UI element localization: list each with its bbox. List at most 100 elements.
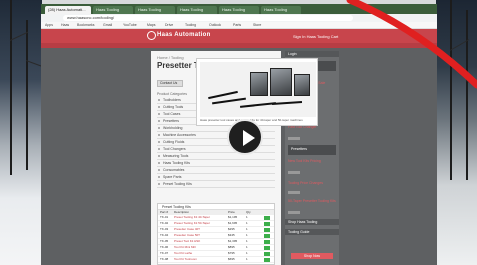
bookmark-item[interactable]: Haas xyxy=(61,23,69,28)
background-photo-left xyxy=(0,0,42,265)
table-cell: TK-07 xyxy=(160,251,169,255)
browser-tab[interactable]: Haas Tooling xyxy=(135,6,175,14)
product-link[interactable]: Tool Kit Mini Mill xyxy=(174,245,228,250)
product-table: Preset Tooling Kits Part # Description P… xyxy=(157,203,275,265)
tree-trunk xyxy=(466,10,468,180)
table-cell: 1 xyxy=(246,257,248,261)
table-cell: $295 xyxy=(228,227,235,231)
table-cell xyxy=(264,257,272,262)
cart-icon[interactable] xyxy=(264,251,270,256)
table-cell: 1 xyxy=(246,221,248,225)
browser-tab[interactable]: (28) Haas Automati... xyxy=(45,6,91,14)
tool-item xyxy=(271,100,303,106)
table-cell: 1 xyxy=(246,215,248,219)
table-cell: $895 xyxy=(228,245,235,249)
table-cell: $1,395 xyxy=(228,239,238,243)
table-cell: $1,195 xyxy=(228,215,238,219)
sidebar-read-more[interactable] xyxy=(288,211,300,214)
bookmark-item[interactable]: Outlook xyxy=(209,23,221,28)
list-item[interactable]: Measuring Tools xyxy=(157,153,275,160)
product-link[interactable]: Presetter Case 50T xyxy=(174,233,228,238)
table-cell xyxy=(264,239,272,244)
bookmark-item[interactable]: Tooling xyxy=(185,23,196,28)
tool-case xyxy=(270,68,292,96)
sidebar-link[interactable]: New Tool Kits Pricing xyxy=(288,159,321,163)
bookmark-item[interactable]: Maps xyxy=(147,23,156,28)
table-cell: 1 xyxy=(246,227,248,231)
browser-tab[interactable]: Haas Tooling xyxy=(93,6,133,14)
table-cell: $795 xyxy=(228,251,235,255)
table-cell: TK-03 xyxy=(160,227,169,231)
product-link[interactable]: Preset Tooling Kit 40-Taper xyxy=(174,215,228,220)
cart-icon[interactable] xyxy=(264,215,270,220)
list-item[interactable]: Consumables xyxy=(157,167,275,174)
table-cell: TK-06 xyxy=(160,245,169,249)
table-cell xyxy=(264,245,272,250)
site-subnav xyxy=(41,43,437,48)
cart-icon[interactable] xyxy=(264,245,270,250)
sidebar-read-more[interactable] xyxy=(288,191,300,194)
product-link[interactable]: Tool Kit Toolroom xyxy=(174,257,228,262)
browser-tab[interactable]: Haas Tooling xyxy=(177,6,217,14)
table-cell xyxy=(264,251,272,256)
browser-tab[interactable]: Haas Tooling xyxy=(261,6,301,14)
sidebar-heading: Shop Haas Tooling xyxy=(288,220,318,224)
cart-icon[interactable] xyxy=(264,221,270,226)
product-link[interactable]: Preset Tooling Kit 50-Taper xyxy=(174,221,228,226)
cart-icon[interactable] xyxy=(264,239,270,244)
table-cell xyxy=(264,227,272,232)
header-links[interactable]: Sign In Haas Tooling Cart xyxy=(293,34,338,39)
table-cell: $345 xyxy=(228,233,235,237)
table-cell: TK-08 xyxy=(160,257,169,261)
product-image-popup[interactable]: Haas presetter tool cases and tooling ki… xyxy=(196,58,318,126)
tool-item xyxy=(208,90,238,100)
cart-icon[interactable] xyxy=(264,227,270,232)
shop-now-button[interactable]: Shop Now xyxy=(291,253,333,259)
sidebar-login[interactable]: Login xyxy=(288,52,297,56)
site-logo[interactable]: Haas Automation xyxy=(157,32,211,38)
tool-item xyxy=(212,97,246,105)
sidebar-read-more[interactable] xyxy=(288,137,300,140)
bookmark-item[interactable]: YouTube xyxy=(123,23,137,28)
bookmark-item[interactable]: Apps xyxy=(45,23,53,28)
table-cell: 1 xyxy=(246,233,248,237)
list-item[interactable]: Preset Tooling Kits xyxy=(157,181,275,188)
table-cell: TK-04 xyxy=(160,233,169,237)
list-item[interactable]: Spare Parts xyxy=(157,174,275,181)
table-cell: $1,695 xyxy=(228,221,238,225)
bookmark-item[interactable]: Store xyxy=(253,23,261,28)
cart-icon[interactable] xyxy=(264,257,270,262)
background-photo-right xyxy=(436,0,477,265)
sidebar-read-more[interactable] xyxy=(288,171,300,174)
product-link[interactable]: Preset Tool Kit HSK xyxy=(174,239,228,244)
tool-item xyxy=(239,102,277,108)
bookmark-item[interactable]: Parts xyxy=(233,23,241,28)
table-cell xyxy=(264,233,272,238)
image-caption: Haas presetter tool cases and tooling ki… xyxy=(200,118,303,122)
section-label: Product Categories xyxy=(157,92,187,96)
tree-trunk xyxy=(450,0,452,180)
table-cell: TK-01 xyxy=(160,215,169,219)
bookmark-item[interactable]: Drive xyxy=(165,23,173,28)
sidebar-link[interactable]: Tooling Price Changes xyxy=(288,181,323,185)
browser-tab[interactable]: Haas Tooling xyxy=(219,6,259,14)
bookmark-item[interactable]: Gmail xyxy=(103,23,112,28)
play-icon xyxy=(243,130,255,146)
browser-tab-bar: (28) Haas Automati... Haas Tooling Haas … xyxy=(41,4,437,14)
list-item[interactable]: Haas Tooling Kits xyxy=(157,160,275,167)
play-button[interactable] xyxy=(227,119,263,155)
tool-case xyxy=(250,72,268,96)
contact-button[interactable]: Contact Us xyxy=(157,80,183,87)
cart-icon[interactable] xyxy=(264,233,270,238)
video-frame: (28) Haas Automati... Haas Tooling Haas … xyxy=(0,0,477,265)
table-cell xyxy=(264,215,272,220)
sidebar-link[interactable]: 50-Taper Presetter Tooling Kits xyxy=(288,199,336,203)
bookmark-item[interactable]: Bookmarks xyxy=(77,23,95,28)
tree-trunk xyxy=(10,0,12,175)
breadcrumb[interactable]: Home / Tooling xyxy=(157,55,184,60)
haas-logo-icon[interactable] xyxy=(147,31,156,40)
product-link[interactable]: Tool Kit Lathe xyxy=(174,251,228,256)
url-input[interactable]: www.haascnc.com/tooling/ xyxy=(63,15,353,21)
table-cell xyxy=(264,221,272,226)
product-link[interactable]: Presetter Case 40T xyxy=(174,227,228,232)
